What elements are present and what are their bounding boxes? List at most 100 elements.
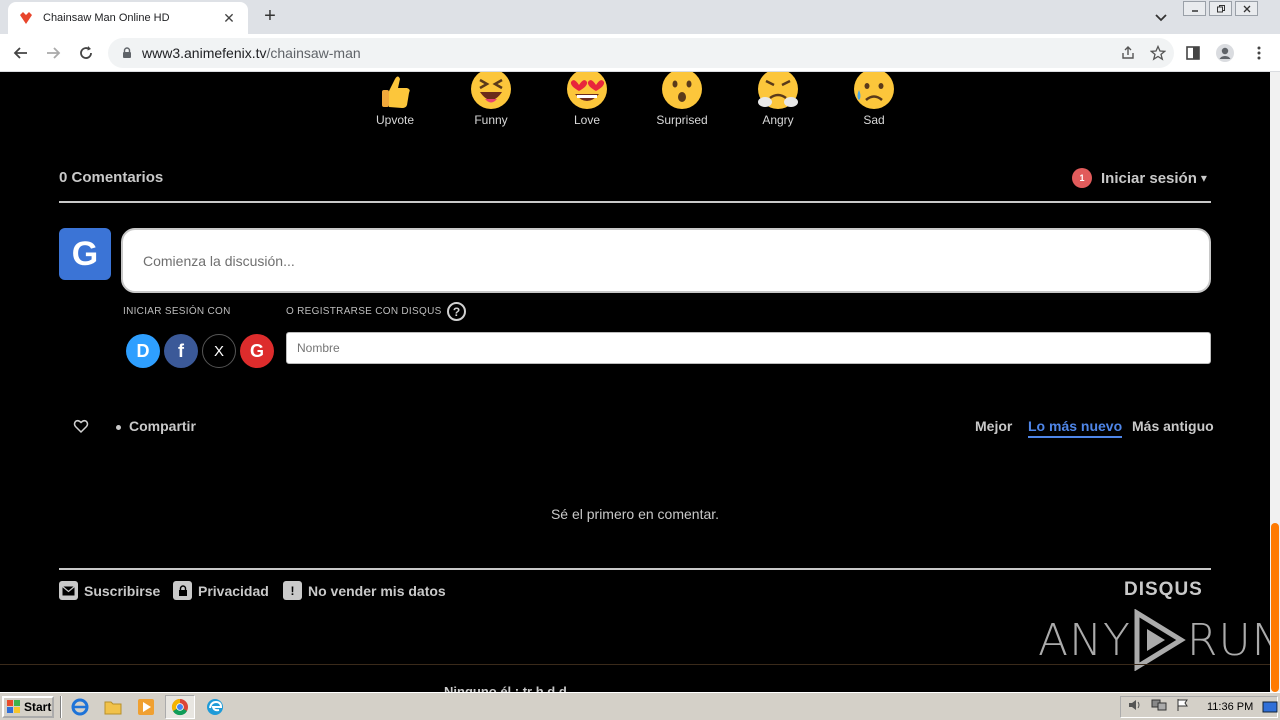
- system-clock: 11:36 PM: [1207, 701, 1254, 713]
- url-path: /chainsaw-man: [266, 45, 361, 61]
- surprised-face-icon: [661, 72, 703, 112]
- heart-icon[interactable]: [73, 418, 89, 434]
- browser-tab[interactable]: Chainsaw Man Online HD ✕: [8, 2, 248, 34]
- browser-menu-icon[interactable]: [1248, 42, 1270, 64]
- watermark-left: ANY: [1038, 614, 1131, 666]
- taskbar: Start 11:36 PM: [0, 692, 1280, 720]
- reaction-love[interactable]: Love: [547, 72, 627, 127]
- window-controls: [1180, 1, 1258, 17]
- start-button[interactable]: Start: [2, 696, 54, 718]
- share-button[interactable]: Compartir: [129, 418, 196, 434]
- exclamation-icon: !: [283, 581, 302, 600]
- reaction-label: Angry: [762, 113, 794, 127]
- page-section-divider: [0, 664, 1270, 665]
- page-bottom-text: Ninguno él ¡ tr h d d: [444, 684, 567, 692]
- caret-down-icon[interactable]: ▾: [1201, 171, 1207, 185]
- header-divider: [59, 201, 1211, 203]
- reactions-bar: Upvote Funny Love Surprised Angry Sad: [0, 72, 1270, 132]
- system-tray: [1120, 696, 1278, 718]
- minimize-button[interactable]: [1183, 1, 1206, 16]
- sad-face-icon: [853, 72, 895, 112]
- start-label: Start: [24, 700, 52, 714]
- subscribe-link[interactable]: Suscribirse: [59, 581, 160, 600]
- reaction-label: Sad: [863, 113, 885, 127]
- lock-icon[interactable]: [120, 46, 134, 60]
- media-player-icon[interactable]: [136, 698, 156, 716]
- bookmark-star-icon[interactable]: [1149, 44, 1167, 66]
- new-tab-button[interactable]: +: [258, 5, 282, 29]
- share-page-icon[interactable]: [1120, 45, 1136, 66]
- reaction-sad[interactable]: Sad: [834, 72, 914, 127]
- subscribe-label: Suscribirse: [84, 582, 161, 599]
- laughing-face-icon: [470, 72, 512, 112]
- login-label[interactable]: Iniciar sesión: [1101, 170, 1197, 187]
- chrome-taskbar-icon[interactable]: [165, 695, 195, 719]
- heart-eyes-face-icon: [566, 72, 608, 112]
- separator-dot: [116, 425, 121, 430]
- address-bar[interactable]: www3.animefenix.tv/chainsaw-man: [108, 38, 1174, 68]
- windows-logo-icon: [7, 700, 21, 714]
- close-window-button[interactable]: [1235, 1, 1258, 16]
- reload-icon[interactable]: [75, 42, 97, 64]
- name-field[interactable]: [286, 332, 1211, 364]
- x-login-icon[interactable]: X: [202, 334, 236, 368]
- watermark-right: RUN: [1186, 614, 1270, 666]
- thumbs-up-icon: [374, 72, 416, 112]
- browser-toolbar: www3.animefenix.tv/chainsaw-man: [0, 34, 1280, 72]
- disqus-login-icon[interactable]: D: [126, 334, 160, 368]
- reaction-funny[interactable]: Funny: [451, 72, 531, 127]
- edge-icon[interactable]: [205, 698, 225, 716]
- sort-best[interactable]: Mejor: [975, 418, 1012, 434]
- sort-oldest[interactable]: Más antiguo: [1132, 418, 1214, 434]
- volume-icon[interactable]: [1127, 698, 1143, 717]
- reaction-angry[interactable]: Angry: [738, 72, 818, 127]
- url-host: www3.animefenix.tv: [142, 45, 267, 61]
- internet-explorer-icon[interactable]: [70, 698, 90, 716]
- notification-badge[interactable]: 1: [1072, 168, 1092, 188]
- comment-count: 0 Comentarios: [59, 169, 164, 186]
- action-center-flag-icon[interactable]: [1175, 698, 1189, 717]
- privacy-label: Privacidad: [198, 582, 269, 599]
- side-panel-icon[interactable]: [1182, 42, 1204, 64]
- tab-close-icon[interactable]: ✕: [220, 10, 238, 27]
- empty-comments-message: Sé el primero en comentar.: [550, 506, 720, 522]
- reaction-label: Love: [573, 113, 601, 127]
- do-not-sell-label: No vender mis datos: [308, 582, 446, 599]
- do-not-sell-link[interactable]: ! No vender mis datos: [283, 581, 446, 600]
- tab-search-chevron-down-icon[interactable]: [1152, 8, 1170, 26]
- folder-icon[interactable]: [103, 698, 123, 716]
- login-menu[interactable]: 1 Iniciar sesión ▾: [1072, 168, 1207, 188]
- taskbar-separator: [60, 696, 62, 718]
- play-triangle-icon: [1134, 609, 1186, 671]
- reaction-upvote[interactable]: Upvote: [355, 72, 435, 127]
- browser-tab-bar: Chainsaw Man Online HD ✕ +: [0, 0, 1280, 34]
- show-desktop-icon[interactable]: [1260, 698, 1280, 716]
- reaction-label: Upvote: [375, 113, 415, 127]
- restore-button[interactable]: [1209, 1, 1232, 16]
- scrollbar-thumb[interactable]: [1271, 523, 1279, 692]
- login-with-label: INICIAR SESIÓN CON: [123, 306, 231, 317]
- reaction-surprised[interactable]: Surprised: [642, 72, 722, 127]
- comment-composer[interactable]: Comienza la discusión...: [121, 228, 1211, 293]
- disqus-logo[interactable]: DISQUS: [1124, 579, 1203, 601]
- tab-title: Chainsaw Man Online HD: [43, 12, 170, 24]
- back-arrow-icon[interactable]: [10, 42, 32, 64]
- help-icon[interactable]: ?: [447, 302, 466, 321]
- facebook-login-icon[interactable]: f: [164, 334, 198, 368]
- angry-face-icon: [757, 72, 799, 112]
- reaction-label: Funny: [474, 113, 508, 127]
- sort-newest[interactable]: Lo más nuevo: [1028, 418, 1123, 438]
- lock-icon: [173, 581, 192, 600]
- network-icon[interactable]: [1151, 698, 1167, 717]
- footer-divider: [59, 568, 1211, 570]
- url-text: www3.animefenix.tv/chainsaw-man: [142, 45, 361, 61]
- forward-arrow-icon[interactable]: [42, 42, 64, 64]
- page-content: Upvote Funny Love Surprised Angry Sad 0 …: [0, 72, 1270, 692]
- register-label: O REGISTRARSE CON DISQUS: [286, 306, 442, 317]
- privacy-link[interactable]: Privacidad: [173, 581, 269, 600]
- user-avatar: G: [59, 228, 111, 280]
- reaction-label: Surprised: [656, 113, 708, 127]
- anyrun-watermark: ANY RUN: [1038, 609, 1270, 671]
- google-login-icon[interactable]: G: [240, 334, 274, 368]
- profile-avatar-icon[interactable]: [1214, 42, 1236, 64]
